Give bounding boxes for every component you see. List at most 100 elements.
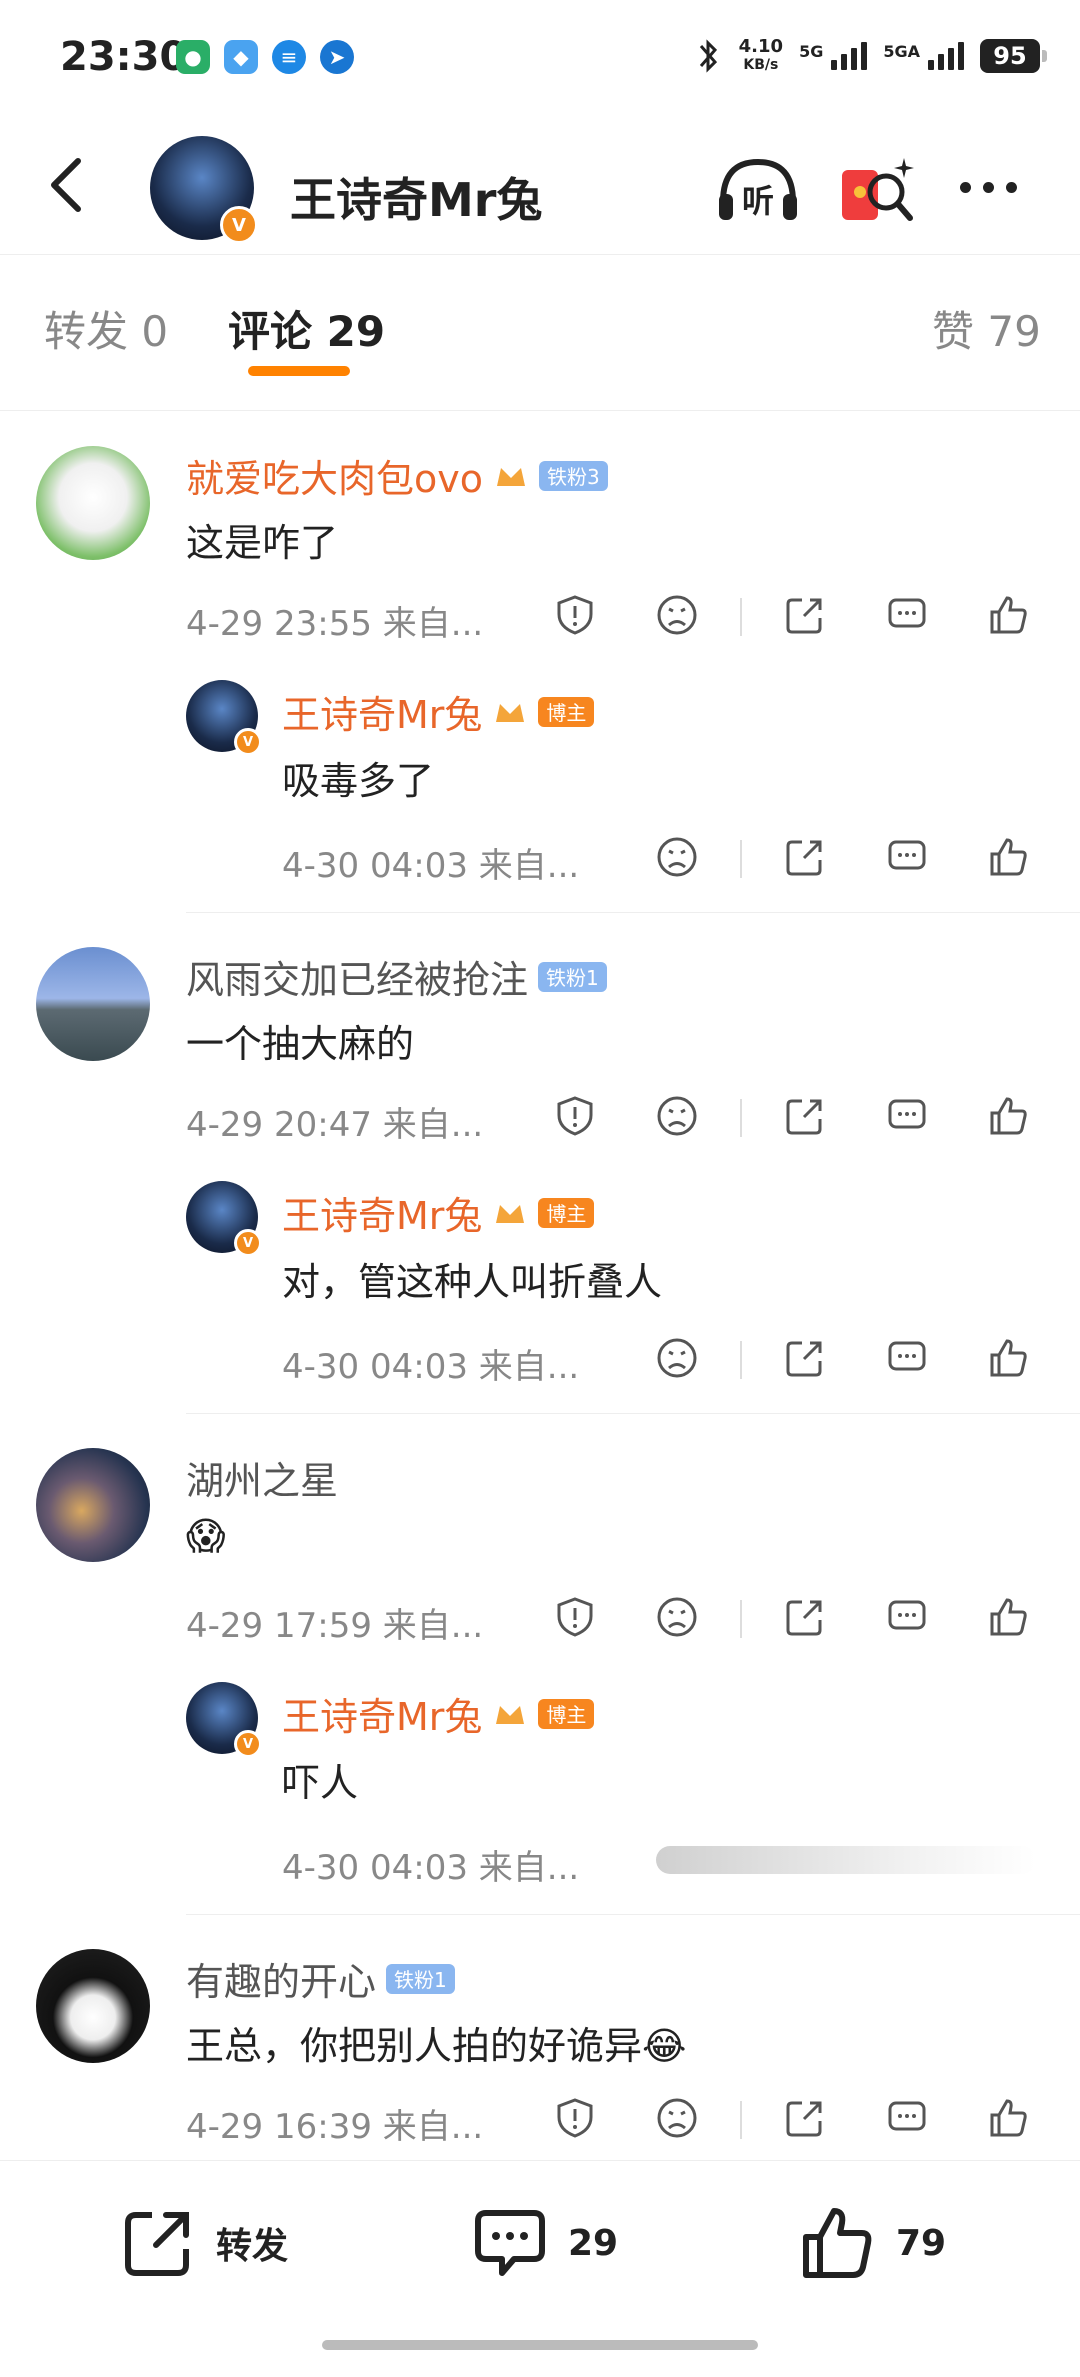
forward-button[interactable]: 转发 (120, 2205, 288, 2281)
tab-bar: 转发 0 评论 29 赞 79 (0, 256, 1080, 386)
share-icon (786, 1099, 822, 1135)
red-packet-search-button[interactable] (838, 152, 918, 228)
comment-button[interactable]: 29 (472, 2205, 618, 2281)
author-name[interactable]: 王诗奇Mr兔 (290, 164, 542, 230)
report-button[interactable] (550, 1592, 600, 1642)
net-label-5ga: 5GA (883, 42, 920, 61)
dislike-button[interactable] (652, 1091, 702, 1141)
share-icon (786, 598, 822, 634)
share-button[interactable] (780, 2093, 830, 2143)
user-avatar[interactable] (36, 947, 150, 1061)
fan-badge: 铁粉3 (539, 460, 608, 491)
comment-username[interactable]: 湖州之星 (186, 1450, 338, 1505)
like-button[interactable]: 79 (800, 2205, 946, 2281)
thumbs-up-icon (990, 838, 1027, 876)
active-tab-indicator (248, 366, 350, 376)
reply-button[interactable] (882, 1333, 932, 1383)
reply-button[interactable] (882, 1091, 932, 1141)
dislike-button[interactable] (652, 832, 702, 882)
thumbs-up-icon (990, 1339, 1027, 1377)
tab-forward[interactable]: 转发 0 (44, 298, 168, 359)
reply-avatar[interactable]: V (186, 1682, 262, 1758)
action-separator (740, 1600, 742, 1638)
speed-value: 4.10 (738, 36, 784, 57)
verified-badge-icon: V (234, 1229, 262, 1257)
comment-actions (0, 1091, 1080, 1147)
author-avatar[interactable]: V (150, 136, 258, 244)
tab-comments[interactable]: 评论 29 (228, 298, 385, 359)
like-button[interactable] (984, 832, 1034, 882)
dislike-button[interactable] (652, 1333, 702, 1383)
reply-username[interactable]: 王诗奇Mr兔 博主 (282, 1185, 595, 1240)
like-button[interactable] (984, 1592, 1034, 1642)
back-button[interactable] (36, 150, 96, 220)
share-button[interactable] (780, 590, 830, 640)
report-button[interactable] (550, 2093, 600, 2143)
like-button[interactable] (984, 1333, 1034, 1383)
host-badge: 博主 (538, 696, 595, 727)
dislike-button[interactable] (652, 590, 702, 640)
like-button[interactable] (984, 590, 1034, 640)
reply-button[interactable] (882, 1592, 932, 1642)
net-label-5g: 5G (799, 42, 824, 61)
shield-alert-icon (557, 1597, 593, 1637)
reply-text: 对，管这种人叫折叠人 (282, 1260, 663, 1304)
share-button[interactable] (780, 832, 830, 882)
like-button[interactable] (984, 2093, 1034, 2143)
user-avatar[interactable] (36, 446, 150, 560)
tab-comments-label: 评论 (228, 307, 313, 356)
divider (0, 410, 1080, 411)
fan-badge: 铁粉1 (386, 1963, 455, 1994)
loading-placeholder (656, 1846, 1036, 1874)
share-button[interactable] (780, 1592, 830, 1642)
reply-button[interactable] (882, 832, 932, 882)
report-button[interactable] (550, 1091, 600, 1141)
more-button[interactable] (960, 172, 1032, 202)
crown-icon (497, 467, 525, 486)
status-bar: 23:30 ● ◆ ≡ ➤ 4.10 KB/s 5G 5GA 95 (0, 0, 1080, 120)
user-avatar[interactable] (36, 1949, 150, 2063)
home-indicator[interactable] (322, 2340, 758, 2350)
page-header: V 王诗奇Mr兔 听 (0, 120, 1080, 255)
action-separator (740, 598, 742, 636)
thumbs-up-icon (990, 596, 1027, 634)
share-button[interactable] (780, 1333, 830, 1383)
comment-username[interactable]: 有趣的开心 铁粉1 (186, 1951, 455, 2006)
comment-username[interactable]: 风雨交加已经被抢注 铁粉1 (186, 949, 607, 1004)
comment-icon (888, 1099, 926, 1129)
reply-text: 吸毒多了 (282, 759, 435, 803)
thumbs-up-icon (803, 2208, 872, 2278)
comment-text: 一个抽大麻的 (186, 1022, 415, 1066)
reply-username-text: 王诗奇Mr兔 (282, 693, 483, 737)
reply-button[interactable] (882, 590, 932, 640)
reply-username[interactable]: 王诗奇Mr兔 博主 (282, 1686, 595, 1741)
reply-username[interactable]: 王诗奇Mr兔 博主 (282, 684, 595, 739)
share-button[interactable] (780, 1091, 830, 1141)
share-icon (125, 2212, 189, 2276)
shield-alert-icon (557, 2098, 593, 2138)
reply-button[interactable] (882, 2093, 932, 2143)
user-avatar[interactable] (36, 1448, 150, 1562)
reply-avatar[interactable]: V (186, 680, 262, 756)
comment-icon (888, 840, 926, 870)
tab-likes[interactable]: 赞 79 (932, 298, 1041, 359)
bluetooth-icon (699, 39, 717, 73)
comment-icon (888, 1341, 926, 1371)
tab-comments-count: 29 (326, 307, 386, 356)
comment-text: 王总，你把别人拍的好诡异😂 (186, 2024, 687, 2068)
comment-actions (0, 2093, 1080, 2149)
dislike-button[interactable] (652, 1592, 702, 1642)
dislike-button[interactable] (652, 2093, 702, 2143)
signal-5ga: 5GA (883, 42, 964, 70)
like-button[interactable] (984, 1091, 1034, 1141)
listen-button[interactable]: 听 (715, 154, 801, 224)
shield-alert-icon (557, 1096, 593, 1136)
reply-avatar[interactable]: V (186, 1181, 262, 1257)
app-icon: ◆ (224, 40, 258, 74)
red-packet-icon (842, 158, 914, 221)
share-icon (786, 1341, 822, 1377)
comment-username[interactable]: 就爱吃大肉包ovo 铁粉3 (186, 448, 608, 503)
report-button[interactable] (550, 590, 600, 640)
username-text: 就爱吃大肉包ovo (186, 457, 483, 501)
comment-count: 29 (568, 2222, 619, 2264)
